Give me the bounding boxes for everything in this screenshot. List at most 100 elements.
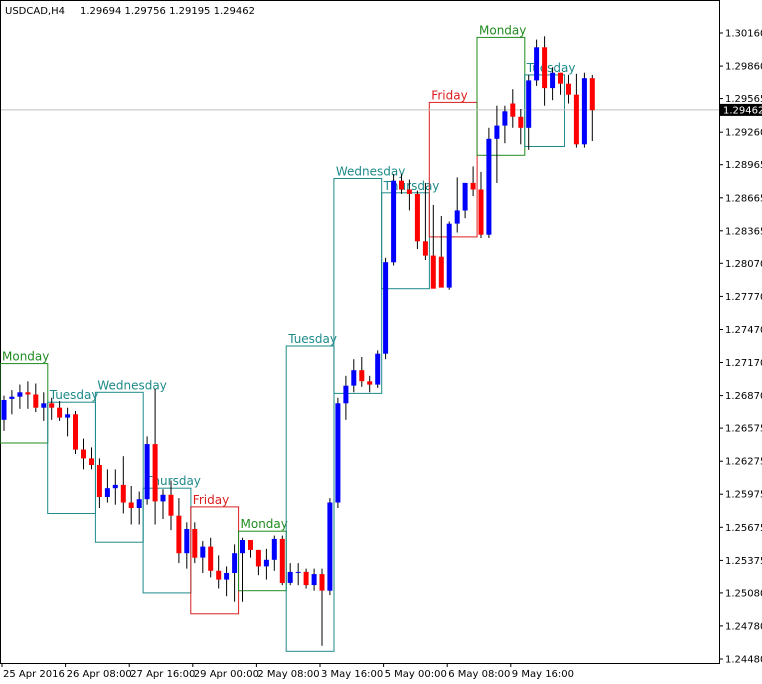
candle-body-19 bbox=[152, 444, 158, 502]
candle-body-31 bbox=[248, 540, 253, 550]
candle-body-54 bbox=[430, 255, 436, 289]
candle-body-35 bbox=[279, 538, 285, 583]
x-tick-label-3: 29 Apr 00:00 bbox=[194, 669, 259, 680]
candle-body-11 bbox=[89, 458, 94, 465]
candle-body-49 bbox=[391, 180, 397, 263]
candle-body-44 bbox=[351, 370, 357, 386]
day-label-0: Monday bbox=[2, 350, 49, 364]
candle-body-45 bbox=[359, 370, 365, 382]
y-tick-label-11: 1.26870 bbox=[725, 391, 762, 402]
candle-body-71 bbox=[566, 83, 571, 95]
x-tick-label-5: 3 May 16:00 bbox=[321, 669, 383, 680]
candle-body-25 bbox=[200, 546, 206, 558]
candle-body-36 bbox=[287, 571, 293, 583]
candle-body-5 bbox=[41, 403, 47, 408]
y-tick-label-0: 1.30160 bbox=[725, 29, 762, 40]
x-tick-label-0: 25 Apr 2016 bbox=[3, 669, 65, 680]
candle-body-56 bbox=[446, 223, 452, 288]
candle-body-46 bbox=[367, 381, 373, 385]
candle-body-72 bbox=[573, 94, 579, 145]
candle-35 bbox=[279, 535, 285, 586]
y-tick-label-15: 1.25675 bbox=[725, 523, 762, 534]
y-tick-label-7: 1.28070 bbox=[725, 259, 762, 270]
candle-body-7 bbox=[57, 407, 63, 418]
candle-body-43 bbox=[343, 385, 349, 404]
y-tick-label-5: 1.28665 bbox=[725, 193, 762, 204]
x-tick-label-8: 9 May 16:00 bbox=[512, 669, 574, 680]
candle-body-58 bbox=[462, 182, 468, 211]
candle-body-9 bbox=[73, 414, 78, 450]
candle-body-73 bbox=[581, 78, 587, 145]
candle-body-4 bbox=[33, 394, 39, 408]
candle-body-0 bbox=[1, 400, 7, 420]
candle-52 bbox=[414, 190, 420, 249]
candle-body-62 bbox=[494, 125, 500, 139]
candle-body-50 bbox=[399, 180, 404, 190]
y-tick-label-16: 1.25375 bbox=[725, 556, 762, 567]
y-tick-label-18: 1.24780 bbox=[725, 621, 762, 632]
candle-body-68 bbox=[542, 47, 548, 89]
candle-body-57 bbox=[454, 210, 460, 224]
candle-body-3 bbox=[25, 392, 31, 395]
candle-body-10 bbox=[81, 449, 86, 459]
day-label-4: Friday bbox=[193, 493, 229, 507]
candle-41 bbox=[327, 498, 333, 596]
y-tick-label-2: 1.29565 bbox=[725, 94, 762, 105]
y-tick-label-9: 1.27470 bbox=[725, 325, 762, 336]
y-tick-label-13: 1.26275 bbox=[725, 457, 762, 468]
candle-body-42 bbox=[335, 403, 341, 503]
candle-body-63 bbox=[502, 111, 508, 126]
candle-body-61 bbox=[486, 138, 492, 235]
candle-body-23 bbox=[184, 529, 190, 554]
candle-body-70 bbox=[558, 72, 563, 84]
x-tick-label-2: 27 Apr 16:00 bbox=[130, 669, 195, 680]
y-tick-label-8: 1.27770 bbox=[725, 292, 762, 303]
candle-body-74 bbox=[589, 78, 595, 111]
x-tick-label-7: 6 May 08:00 bbox=[448, 669, 510, 680]
candle-body-41 bbox=[327, 502, 333, 591]
candle-body-30 bbox=[240, 540, 245, 554]
candle-body-2 bbox=[17, 392, 23, 397]
chart-header: USDCAD,H4 1.29694 1.29756 1.29195 1.2946… bbox=[5, 6, 255, 17]
x-tick-label-1: 26 Apr 08:00 bbox=[67, 669, 132, 680]
candle-56 bbox=[446, 221, 452, 290]
candle-body-32 bbox=[255, 549, 261, 567]
candle-body-22 bbox=[176, 515, 182, 554]
price-axis[interactable]: 1.30160 1.29860 1.29565 1.29260 1.28965 1.286… bbox=[719, 29, 762, 666]
y-tick-label-12: 1.26575 bbox=[725, 424, 762, 435]
day-label-2: Wednesday bbox=[97, 378, 166, 392]
price-chart[interactable]: MondayTuesdayWednesdayThursdayFridayMond… bbox=[0, 0, 762, 684]
y-tick-label-6: 1.28365 bbox=[725, 226, 762, 237]
candle-body-47 bbox=[375, 353, 381, 385]
y-tick-label-10: 1.27170 bbox=[725, 358, 762, 369]
candle-body-48 bbox=[383, 262, 389, 354]
day-label-1: Tuesday bbox=[49, 388, 99, 402]
candle-body-24 bbox=[192, 529, 198, 558]
candle-body-64 bbox=[510, 103, 516, 117]
candle-42 bbox=[335, 397, 341, 508]
candle-49 bbox=[391, 174, 397, 266]
candle-body-51 bbox=[406, 189, 412, 194]
candle-body-20 bbox=[160, 494, 166, 502]
candle-body-8 bbox=[65, 414, 71, 418]
candle-body-6 bbox=[49, 403, 55, 408]
day-label-9: Friday bbox=[431, 88, 467, 102]
day-label-7: Wednesday bbox=[336, 165, 405, 179]
candle-body-27 bbox=[216, 570, 222, 580]
y-tick-label-1: 1.29860 bbox=[725, 62, 762, 73]
candle-9 bbox=[73, 411, 78, 454]
candle-body-18 bbox=[144, 444, 150, 500]
candle-body-59 bbox=[470, 182, 476, 190]
day-label-6: Tuesday bbox=[287, 332, 337, 346]
candle-47 bbox=[375, 350, 381, 388]
candle-body-39 bbox=[311, 574, 317, 586]
candle-body-29 bbox=[232, 553, 238, 573]
current-price-label: 1.29462 bbox=[720, 103, 762, 116]
candle-61 bbox=[486, 127, 492, 238]
candle-body-66 bbox=[526, 80, 532, 128]
candle-body-69 bbox=[550, 72, 556, 89]
time-axis[interactable]: 25 Apr 2016 26 Apr 08:0027 Apr 16:0029 Ap… bbox=[1, 663, 574, 680]
candle-body-1 bbox=[9, 396, 15, 399]
candle-body-15 bbox=[120, 484, 126, 503]
candle-48 bbox=[383, 257, 389, 360]
